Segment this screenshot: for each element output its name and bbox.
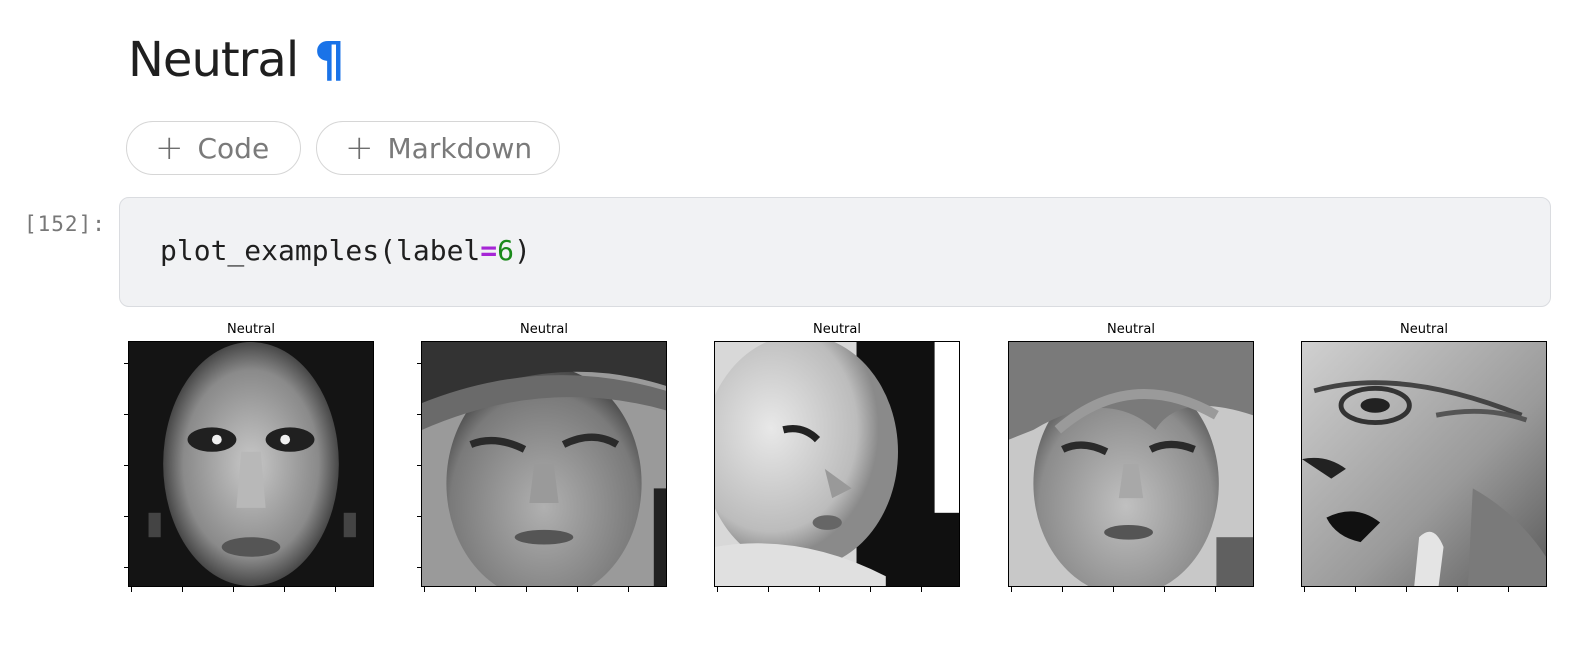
markdown-heading: Neutral ¶ bbox=[128, 30, 345, 90]
subplot-title: Neutral bbox=[1400, 322, 1448, 337]
code-operator: = bbox=[480, 234, 498, 267]
code-number: 6 bbox=[497, 234, 515, 267]
subplot-3: Neutral bbox=[714, 315, 960, 592]
add-code-label: Code bbox=[197, 131, 270, 165]
face-image-3 bbox=[714, 341, 960, 592]
cell-output: Neutral Neutral Neutral Neutral Neutral bbox=[0, 315, 1570, 605]
face-image-1 bbox=[124, 341, 374, 592]
face-image-5 bbox=[1301, 341, 1547, 592]
plus-icon: + bbox=[345, 128, 374, 168]
add-code-cell-button[interactable]: + Code bbox=[126, 121, 301, 175]
code-close-paren: ) bbox=[514, 234, 531, 267]
subplot-title: Neutral bbox=[227, 322, 275, 337]
subplot-title: Neutral bbox=[1107, 322, 1155, 337]
code-cell-editor[interactable]: plot_examples(label=6) bbox=[119, 197, 1551, 307]
subplot-5: Neutral bbox=[1301, 315, 1547, 592]
plus-icon: + bbox=[155, 128, 184, 168]
add-markdown-label: Markdown bbox=[387, 131, 533, 165]
heading-title: Neutral bbox=[128, 32, 299, 88]
subplot-2: Neutral bbox=[417, 315, 667, 592]
heading-anchor-link[interactable]: ¶ bbox=[314, 30, 345, 90]
execution-count-prompt: [152]: bbox=[24, 212, 106, 236]
subplot-4: Neutral bbox=[1008, 315, 1254, 592]
face-image-4 bbox=[1008, 341, 1254, 592]
subplot-title: Neutral bbox=[520, 322, 568, 337]
subplot-title: Neutral bbox=[813, 322, 861, 337]
add-markdown-cell-button[interactable]: + Markdown bbox=[316, 121, 560, 175]
code-line[interactable]: plot_examples(label=6) bbox=[160, 234, 531, 267]
subplot-1: Neutral bbox=[124, 315, 374, 592]
code-function-call: plot_examples(label bbox=[160, 234, 481, 267]
face-image-2 bbox=[417, 341, 667, 592]
